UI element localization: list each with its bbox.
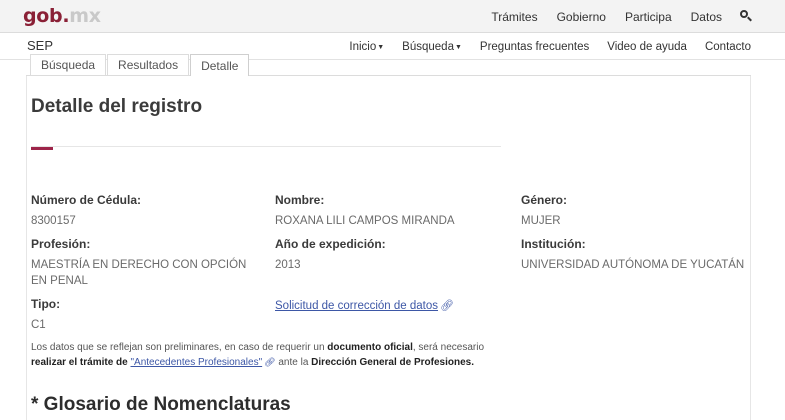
profesion-label: Profesión: xyxy=(31,237,91,251)
field-nombre: Nombre: ROXANA LILI CAMPOS MIRANDA xyxy=(275,193,505,229)
title-divider xyxy=(31,146,501,147)
caret-down-icon: ▼ xyxy=(454,43,462,51)
antecedentes-link[interactable]: "Antecedentes Profesionales" xyxy=(131,357,263,368)
subnav-inicio-label: Inicio xyxy=(349,40,377,53)
note-bold3: Dirección General de Profesiones. xyxy=(311,357,475,368)
external-link-icon[interactable]: 🔗︎ xyxy=(440,299,454,312)
caret-down-icon: ▼ xyxy=(377,43,385,51)
note-part2: , será necesario xyxy=(412,342,485,353)
correction-request: Solicitud de corrección de datos 🔗︎ xyxy=(275,296,505,314)
correction-request-link[interactable]: Solicitud de corrección de datos xyxy=(275,300,438,312)
note-bold2: realizar el trámite de xyxy=(31,357,131,368)
cedula-label: Número de Cédula: xyxy=(31,193,142,207)
nav-datos[interactable]: Datos xyxy=(691,10,722,24)
title-accent-bar xyxy=(31,147,53,150)
top-nav: Trámites Gobierno Participa Datos xyxy=(472,0,752,33)
tabs-divider xyxy=(26,75,751,76)
tab-bar: Búsqueda Resultados Detalle xyxy=(30,54,250,76)
institucion-label: Institución: xyxy=(521,237,586,251)
genero-value: MUJER xyxy=(521,215,561,227)
field-genero: Género: MUJER xyxy=(521,193,751,229)
subnav-preguntas[interactable]: Preguntas frecuentes xyxy=(480,41,589,53)
tab-resultados[interactable]: Resultados xyxy=(107,54,190,75)
nav-gobierno[interactable]: Gobierno xyxy=(557,10,606,24)
field-anio: Año de expedición: 2013 xyxy=(275,237,505,273)
subnav-busqueda[interactable]: Búsqueda▼ xyxy=(402,41,462,53)
note-part3: ante la xyxy=(275,357,312,368)
nombre-label: Nombre: xyxy=(275,193,325,207)
field-cedula: Número de Cédula: 8300157 xyxy=(31,193,261,229)
logo-suffix: mx xyxy=(69,5,101,27)
search-icon[interactable] xyxy=(740,9,752,22)
tipo-label: Tipo: xyxy=(31,297,61,311)
anio-label: Año de expedición: xyxy=(275,237,386,251)
glossary-title: * Glosario de Nomenclaturas xyxy=(31,394,291,415)
subnav-contacto[interactable]: Contacto xyxy=(705,41,751,53)
tab-detalle[interactable]: Detalle xyxy=(190,54,250,76)
preliminary-data-note: Los datos que se reflejan son preliminar… xyxy=(31,341,511,370)
anio-value: 2013 xyxy=(275,259,301,271)
nav-tramites[interactable]: Trámites xyxy=(491,10,537,24)
nav-participa[interactable]: Participa xyxy=(625,10,672,24)
tab-busqueda[interactable]: Búsqueda xyxy=(30,54,107,75)
field-institucion: Institución: UNIVERSIDAD AUTÓNOMA DE YUC… xyxy=(521,237,751,273)
note-bold1: documento oficial xyxy=(327,342,413,353)
sub-nav: Inicio▼ Búsqueda▼ Preguntas frecuentes V… xyxy=(331,33,751,60)
subnav-inicio[interactable]: Inicio▼ xyxy=(349,41,384,53)
cedula-value: 8300157 xyxy=(31,215,76,227)
tipo-value: C1 xyxy=(31,319,46,331)
logo-main: gob xyxy=(23,5,63,27)
external-link-icon[interactable]: 🔗︎ xyxy=(264,355,275,369)
note-part1: Los datos que se reflejan son preliminar… xyxy=(31,342,328,353)
sep-brand[interactable]: SEP xyxy=(27,38,53,53)
top-header: gob.mx Trámites Gobierno Participa Datos xyxy=(0,0,785,33)
genero-label: Género: xyxy=(521,193,568,207)
nombre-value: ROXANA LILI CAMPOS MIRANDA xyxy=(275,215,455,227)
institucion-value: UNIVERSIDAD AUTÓNOMA DE YUCATÁN xyxy=(521,259,745,271)
field-profesion: Profesión: MAESTRÍA EN DERECHO CON OPCIÓ… xyxy=(31,237,256,289)
page-title: Detalle del registro xyxy=(31,96,203,117)
subnav-video[interactable]: Video de ayuda xyxy=(607,41,687,53)
gob-mx-logo[interactable]: gob.mx xyxy=(23,5,101,27)
subnav-busqueda-label: Búsqueda xyxy=(402,40,454,53)
profesion-value: MAESTRÍA EN DERECHO CON OPCIÓN EN PENAL xyxy=(31,259,247,287)
field-tipo: Tipo: C1 xyxy=(31,297,261,333)
